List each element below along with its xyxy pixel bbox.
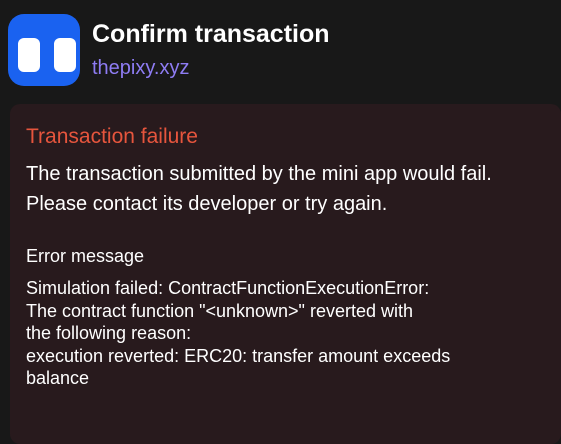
error-title: Transaction failure — [26, 125, 198, 148]
error-message-line: Simulation failed: ContractFunctionExecu… — [26, 278, 430, 298]
app-logo-icon — [8, 14, 80, 86]
error-message-text: Simulation failed: ContractFunctionExecu… — [26, 277, 551, 390]
error-message-line: the following reason: — [26, 323, 192, 343]
logo-right-bar — [54, 38, 76, 72]
error-message-line: execution reverted: ERC20: transfer amou… — [26, 345, 451, 366]
error-description: The transaction submitted by the mini ap… — [26, 163, 492, 215]
logo-left-bar — [18, 38, 40, 72]
app-domain: thepixy.xyz — [92, 57, 190, 79]
error-message-label: Error message — [26, 246, 145, 266]
page-title: Confirm transaction — [92, 20, 330, 48]
error-message-line: balance — [26, 368, 90, 388]
error-message-line: The contract function "<unknown>" revert… — [26, 300, 413, 321]
transaction-error-panel: Transaction failure The transaction subm… — [10, 104, 561, 444]
transaction-header: Confirm transaction thepixy.xyz — [0, 0, 561, 100]
